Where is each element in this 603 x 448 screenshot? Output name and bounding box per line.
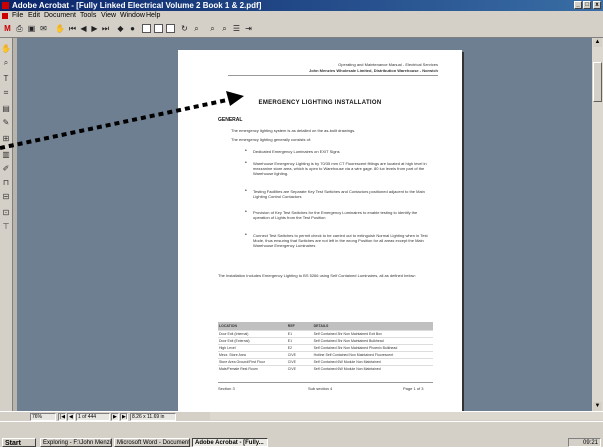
- zoom-field[interactable]: 76%: [30, 413, 56, 421]
- scroll-up-icon[interactable]: ▲: [593, 38, 602, 47]
- horizontal-scrollbar[interactable]: [210, 412, 603, 420]
- last-page-button[interactable]: ▶|: [120, 413, 128, 421]
- page-size-readout: 8.26 x 11.69 in: [130, 413, 176, 421]
- windows-taskbar: Start Exploring - F:\John Menzie... Micr…: [0, 421, 603, 447]
- dotted-arrow-annotation: [0, 91, 244, 150]
- page-number-field[interactable]: 1 of 444: [76, 413, 110, 421]
- scroll-thumb[interactable]: [593, 62, 602, 102]
- vertical-scrollbar[interactable]: ▲ ▼: [592, 38, 603, 411]
- prev-page-button[interactable]: ◀: [67, 413, 75, 421]
- first-page-button[interactable]: |◀: [58, 413, 66, 421]
- scroll-down-icon[interactable]: ▼: [593, 402, 602, 411]
- next-page-button[interactable]: ▶: [111, 413, 119, 421]
